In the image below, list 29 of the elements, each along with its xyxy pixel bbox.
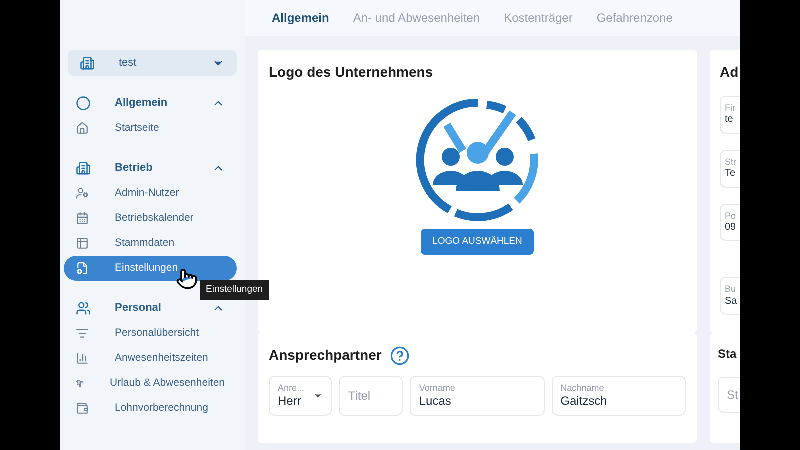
input-field[interactable]: Titel [339,376,404,416]
nav-item[interactable]: Betriebskalender [64,206,237,231]
input-field[interactable]: Str Te [720,150,740,188]
card-title: Ansprechpartner [269,346,382,365]
input-field[interactable]: Bu Sa [720,277,740,315]
nav-item[interactable]: Stammdaten [64,231,237,256]
input-field[interactable]: Nachname Gaitzsch [552,376,686,416]
input-field[interactable]: St [718,377,740,413]
input-field[interactable]: Fir te [720,96,740,134]
nav-item[interactable]: Urlaub & Abwesenheiten [64,371,237,396]
company-select[interactable]: test [68,50,237,76]
nav-item[interactable]: Startseite [64,116,237,141]
salutation-select[interactable]: Anre... Herr [269,376,332,416]
nav-item[interactable]: Lohnvorberechnung [64,396,237,421]
nav-item[interactable]: Personalübersicht [64,321,237,346]
company-value: test [119,56,138,71]
input-field[interactable]: Po 09 [720,204,740,242]
nav-item[interactable]: Einstellungen [64,256,237,281]
nav-section-header[interactable]: Allgemein [64,90,237,116]
tooltip: Einstellungen [200,280,270,300]
nav-item[interactable]: Anwesenheitszeiten [64,346,237,371]
card-title: Logo des Unternehmens [269,63,434,82]
nav-item[interactable]: Admin-Nutzer [64,181,237,206]
card-title: Ad [720,63,740,82]
card-title: Sta [718,346,738,363]
input-field[interactable]: Vorname Lucas [410,376,545,416]
select-logo-button[interactable]: LOGO AUSWÄHLEN [420,229,534,256]
tab[interactable]: Allgemein [260,9,342,27]
nav-section-header[interactable]: Betrieb [64,155,237,181]
